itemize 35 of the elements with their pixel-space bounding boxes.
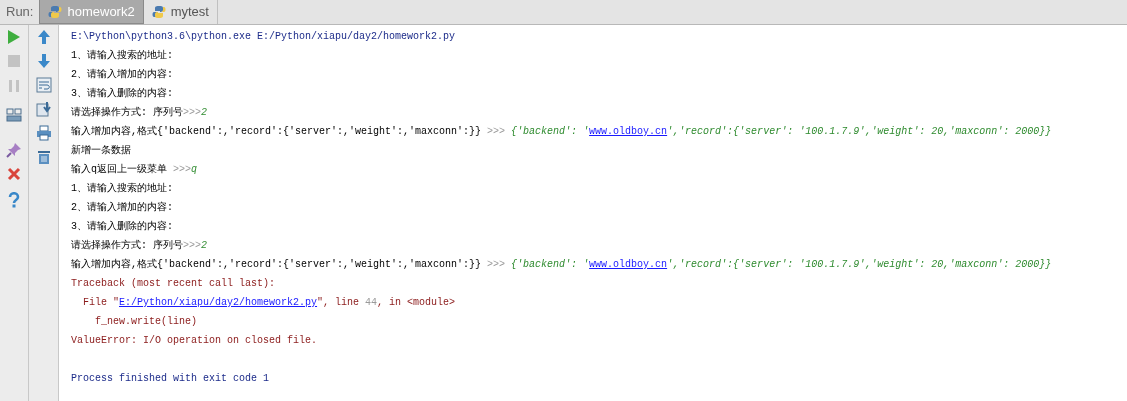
console-line: 输入q返回上一级菜单 >>>q bbox=[71, 162, 199, 177]
console-line: 1、请输入搜索的地址: bbox=[71, 48, 174, 63]
link[interactable]: www.oldboy.cn bbox=[589, 126, 668, 137]
down-arrow-icon[interactable] bbox=[36, 53, 51, 69]
help-icon[interactable] bbox=[8, 192, 20, 208]
console-line: 1、请输入搜索的地址: bbox=[71, 181, 174, 196]
console-line: 新增一条数据 bbox=[71, 143, 132, 158]
layout-icon[interactable] bbox=[6, 107, 22, 123]
console-line: File "E:/Python/xiapu/day2/homework2.py", line 44, in <module> bbox=[82, 296, 457, 310]
console-line: Traceback (most recent call last): bbox=[71, 277, 277, 291]
console-line: 3、请输入删除的内容: bbox=[71, 219, 174, 234]
console-line: 请选择操作方式: 序列号>>>2 bbox=[71, 238, 209, 253]
console-line: E:\Python\python3.6\python.exe E:/Python/xiapu/day2/homework2.py bbox=[71, 30, 457, 44]
pin-icon[interactable] bbox=[6, 142, 22, 158]
console-line: ValueError: I/O operation on closed file. bbox=[71, 334, 319, 348]
console-line: 2、请输入增加的内容: bbox=[71, 200, 174, 215]
console-line: 3、请输入删除的内容: bbox=[71, 86, 174, 101]
console-line: Process finished with exit code 1 bbox=[71, 372, 271, 386]
console-line: f_new.write(line) bbox=[94, 315, 199, 329]
console-line: 输入增加内容,格式{'backend':,'record':{'server':,'weight':,'maxconn':}} >>> {'backend': 'www.oldboy.cn','record':{'server': '100.1.7.9','weight': 20,'maxconn': 2000}} bbox=[71, 124, 1053, 139]
python-icon bbox=[151, 4, 166, 19]
console-line: 2、请输入增加的内容: bbox=[71, 67, 174, 82]
soft-wrap-icon[interactable] bbox=[35, 77, 52, 93]
python-icon bbox=[48, 4, 63, 19]
link[interactable]: E:/Python/xiapu/day2/homework2.py bbox=[119, 297, 318, 308]
run-label: Run: bbox=[5, 3, 35, 22]
console-line: 请选择操作方式: 序列号>>>2 bbox=[71, 105, 209, 120]
console-line: 输入增加内容,格式{'backend':,'record':{'server':,'weight':,'maxconn':}} >>> {'backend': 'www.oldboy.cn','record':{'server': '100.1.7.9','weight': 20,'maxconn': 2000}} bbox=[71, 257, 1053, 272]
run-icon[interactable] bbox=[7, 29, 21, 45]
close-icon[interactable] bbox=[7, 167, 21, 181]
scroll-to-end-icon[interactable] bbox=[35, 101, 52, 117]
trash-icon[interactable] bbox=[36, 149, 51, 165]
up-arrow-icon[interactable] bbox=[36, 29, 51, 45]
print-icon[interactable] bbox=[35, 125, 52, 141]
link[interactable]: www.oldboy.cn bbox=[589, 259, 668, 270]
